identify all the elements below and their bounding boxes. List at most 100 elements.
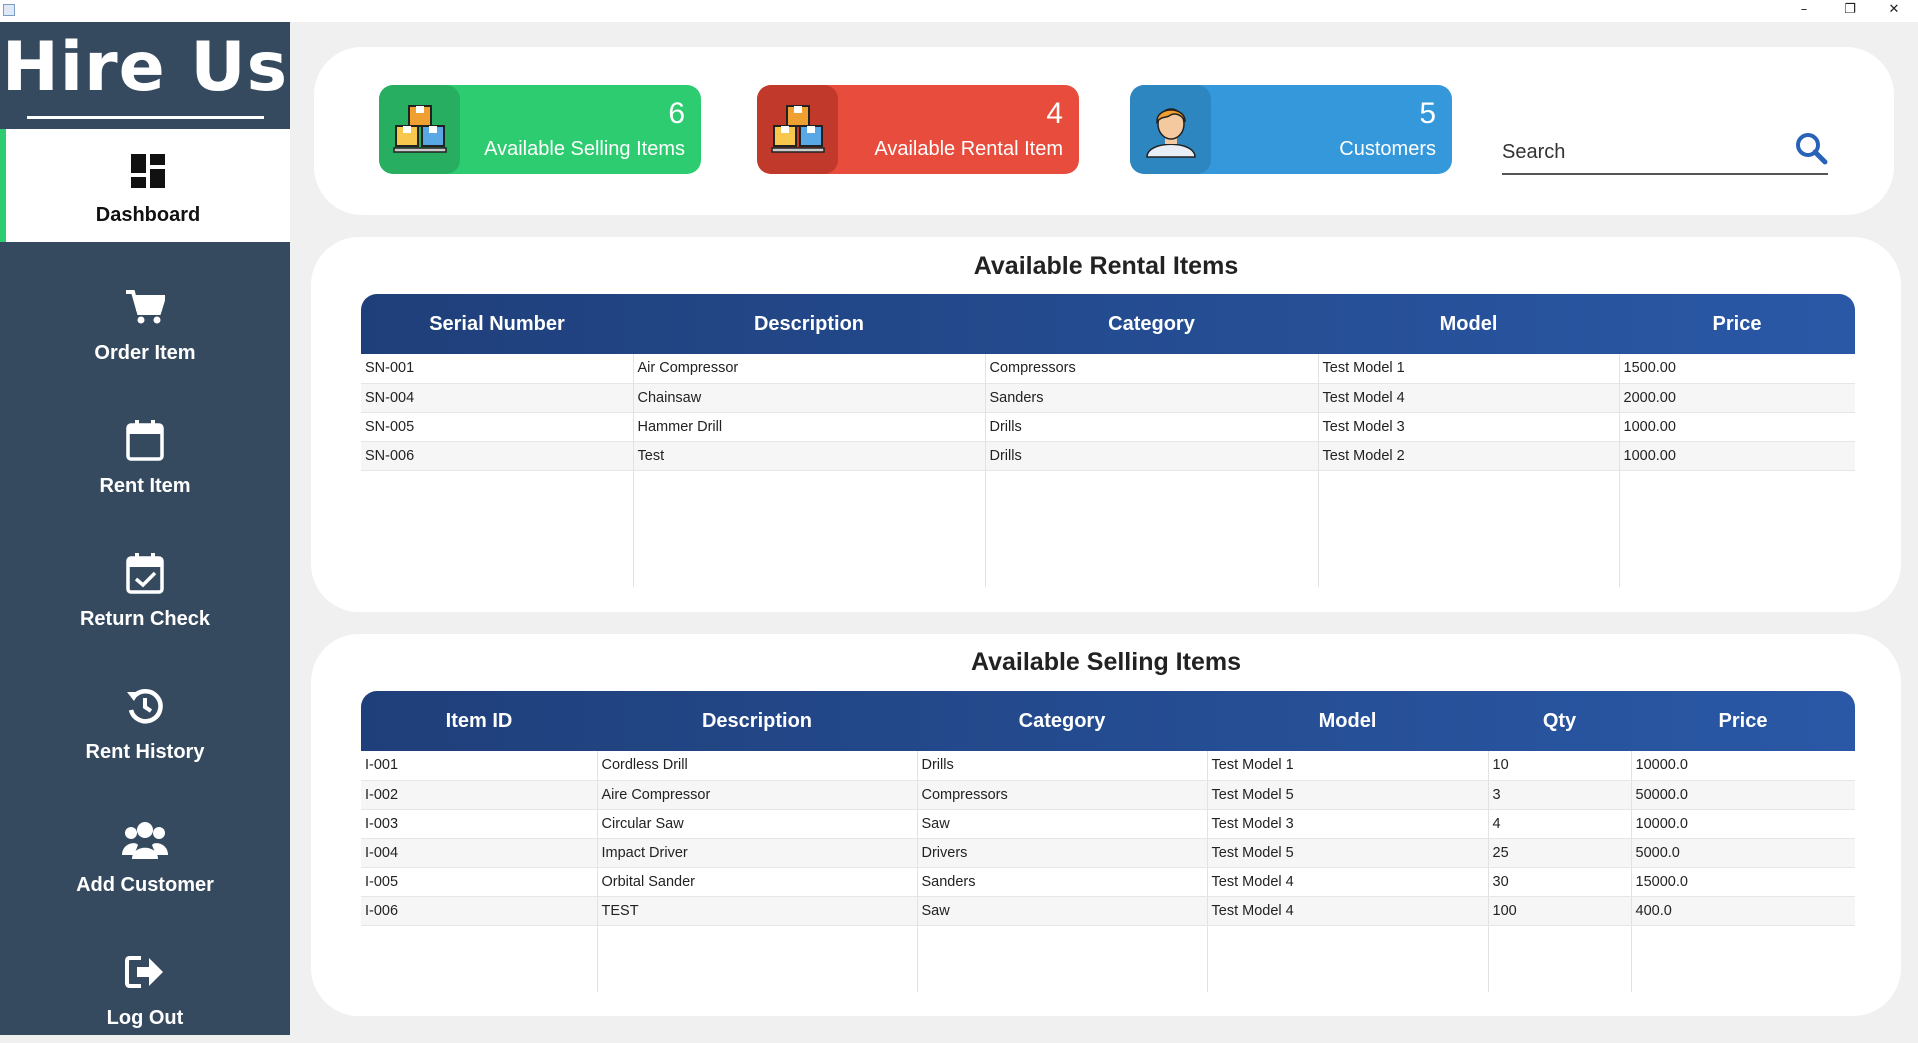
table-cell: 4 (1488, 809, 1632, 839)
table-cell: I-001 (361, 751, 598, 781)
sidebar-item-rent-item[interactable]: Rent Item (0, 398, 290, 511)
column-header[interactable]: Item ID (361, 691, 597, 751)
selling-items-label: Available Selling Items (484, 138, 685, 160)
table-cell: 10000.0 (1631, 751, 1855, 781)
table-row[interactable]: SN-001 Air Compressor Compressors Test Mode… (361, 354, 1855, 384)
column-header[interactable]: Description (633, 294, 985, 354)
column-header[interactable]: Price (1619, 294, 1855, 354)
customers-count: 5 (1419, 97, 1436, 130)
app-icon (3, 4, 15, 16)
table-row[interactable]: SN-004 Chainsaw Sanders Test Model 4 2000.00 (361, 383, 1855, 413)
table-cell: Test Model 1 (1207, 751, 1489, 781)
table-cell: Saw (917, 809, 1208, 839)
column-header[interactable]: Category (985, 294, 1318, 354)
table-row[interactable]: SN-006 Test Drills Test Model 2 1000.00 (361, 441, 1855, 471)
table-cell: 1500.00 (1619, 354, 1855, 384)
table-row[interactable]: I-002 Aire Compressor Compressors Test Mode… (361, 780, 1855, 810)
sidebar-item-label: Rent History (85, 741, 205, 763)
logo-underline (27, 116, 264, 119)
search-box (1502, 125, 1828, 175)
rental-items-title: Available Rental Items (973, 252, 1239, 280)
table-cell: Air Compressor (633, 354, 986, 384)
table-cell: 50000.0 (1631, 780, 1855, 810)
table-row[interactable]: I-004 Impact Driver Drivers Test Model 5 25 5… (361, 838, 1855, 868)
table-cell: Test (633, 441, 986, 471)
sidebar-item-dashboard[interactable]: Dashboard (0, 129, 290, 242)
column-header[interactable]: Qty (1488, 691, 1631, 751)
table-cell: 30 (1488, 867, 1632, 897)
table-cell: Test Model 3 (1207, 809, 1489, 839)
table-cell: Chainsaw (633, 383, 986, 413)
restore-button[interactable]: ❐ (1830, 0, 1870, 22)
table-header-row: Serial Number Description Category Model… (361, 294, 1855, 354)
column-header[interactable]: Model (1318, 294, 1619, 354)
sidebar-item-log-out[interactable]: Log Out (0, 930, 290, 1043)
table-cell: SN-001 (361, 354, 634, 384)
search-input[interactable] (1502, 137, 1782, 167)
table-cell: 400.0 (1631, 896, 1855, 926)
table-cell: 2000.00 (1619, 383, 1855, 413)
table-cell: 10000.0 (1631, 809, 1855, 839)
selling-items-card[interactable]: 6 Available Selling Items (379, 85, 701, 174)
sidebar-item-add-customer[interactable]: Add Customer (0, 797, 290, 910)
sidebar-item-order-item[interactable]: Order Item (0, 265, 290, 378)
sidebar-item-label: Add Customer (76, 874, 214, 896)
table-row[interactable]: I-001 Cordless Drill Drills Test Model 1 10 1… (361, 751, 1855, 781)
sidebar: Hire Us Dashboard Order Item Rent Item R… (0, 22, 290, 1035)
sidebar-item-return-check[interactable]: Return Check (0, 531, 290, 644)
table-cell: Test Model 1 (1318, 354, 1620, 384)
sidebar-item-rent-history[interactable]: Rent History (0, 664, 290, 777)
table-cell: Sanders (985, 383, 1319, 413)
sidebar-item-label: Return Check (79, 608, 211, 630)
column-header[interactable]: Category (917, 691, 1207, 751)
minimize-button[interactable]: – (1784, 0, 1824, 22)
history-icon (0, 684, 290, 728)
column-header[interactable]: Price (1631, 691, 1855, 751)
table-cell: Test Model 4 (1207, 896, 1489, 926)
table-row[interactable]: I-006 TEST Saw Test Model 4 100 400.0 (361, 896, 1855, 926)
table-cell: 100 (1488, 896, 1632, 926)
table-cell: Impact Driver (597, 838, 918, 868)
logout-icon (0, 950, 290, 994)
boxes-icon (379, 85, 460, 174)
table-cell: 1000.00 (1619, 412, 1855, 442)
table-cell: 15000.0 (1631, 867, 1855, 897)
table-cell: Test Model 4 (1207, 867, 1489, 897)
search-icon[interactable] (1794, 131, 1828, 165)
table-header-row: Item ID Description Category Model Qty P… (361, 691, 1855, 751)
close-button[interactable]: ✕ (1874, 0, 1914, 22)
table-cell: Drills (985, 441, 1319, 471)
calendar-icon (0, 418, 290, 462)
table-row[interactable]: SN-005 Hammer Drill Drills Test Model 3 1000… (361, 412, 1855, 442)
table-cell: 3 (1488, 780, 1632, 810)
logo: Hire Us (0, 22, 290, 129)
rental-items-label: Available Rental Item (874, 138, 1063, 160)
table-cell: 10 (1488, 751, 1632, 781)
sidebar-item-label: Dashboard (95, 204, 201, 226)
customers-card[interactable]: 5 Customers (1130, 85, 1452, 174)
table-cell: Test Model 4 (1318, 383, 1620, 413)
table-cell: SN-004 (361, 383, 634, 413)
table-cell: Circular Saw (597, 809, 918, 839)
table-cell: Cordless Drill (597, 751, 918, 781)
table-cell: Drills (917, 751, 1208, 781)
table-cell: Sanders (917, 867, 1208, 897)
rental-items-card[interactable]: 4 Available Rental Item (757, 85, 1079, 174)
table-cell: Compressors (917, 780, 1208, 810)
table-row[interactable]: I-005 Orbital Sander Sanders Test Model 4 30… (361, 867, 1855, 897)
column-header[interactable]: Serial Number (361, 294, 633, 354)
column-header[interactable]: Model (1207, 691, 1488, 751)
customers-label: Customers (1339, 138, 1436, 160)
table-cell: 5000.0 (1631, 838, 1855, 868)
selling-items-title: Available Selling Items (970, 648, 1241, 676)
table-cell: SN-005 (361, 412, 634, 442)
column-header[interactable]: Description (597, 691, 917, 751)
table-cell: Test Model 2 (1318, 441, 1620, 471)
dashboard-icon (6, 149, 290, 193)
customer-icon (1130, 85, 1211, 174)
table-cell: I-004 (361, 838, 598, 868)
table-row[interactable]: I-003 Circular Saw Saw Test Model 3 4 10000.0 (361, 809, 1855, 839)
table-empty-area (361, 925, 1855, 992)
table-cell: I-006 (361, 896, 598, 926)
table-cell: Test Model 3 (1318, 412, 1620, 442)
